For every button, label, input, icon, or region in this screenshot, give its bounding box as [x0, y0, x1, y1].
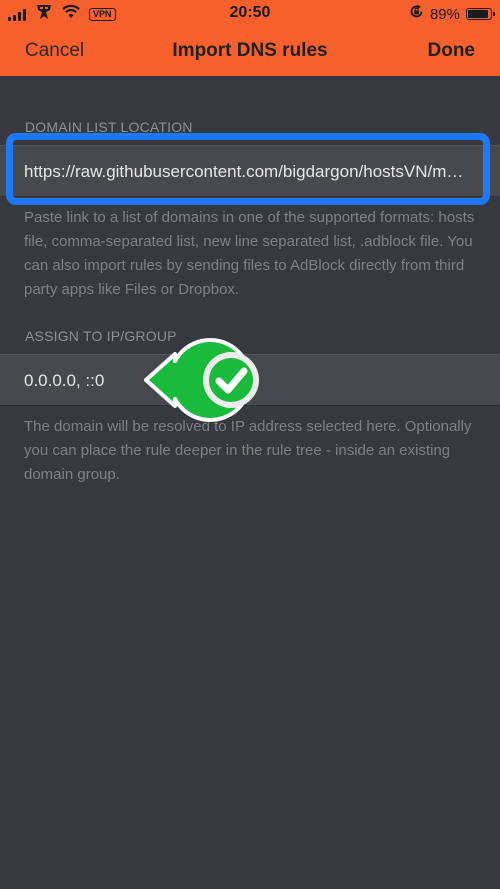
- domain-list-field[interactable]: https://raw.githubusercontent.com/bigdar…: [0, 145, 500, 197]
- status-bar: VPN 20:50 89%: [0, 0, 500, 28]
- navigation-bar: Cancel Import DNS rules Done: [0, 28, 500, 76]
- domain-list-url[interactable]: https://raw.githubusercontent.com/bigdar…: [24, 162, 469, 182]
- domain-list-help: Paste link to a list of domains in one o…: [24, 209, 475, 298]
- import-dns-rules-screen: VPN 20:50 89% Cancel Import DNS rules Do…: [0, 0, 500, 889]
- domain-list-header: DOMAIN LIST LOCATION: [25, 119, 193, 135]
- battery-icon: [466, 8, 495, 20]
- battery-percent: 89%: [429, 5, 460, 23]
- assign-ip-value: 0.0.0.0, ::0: [24, 371, 105, 390]
- done-button[interactable]: Done: [428, 40, 476, 62]
- orientation-lock-icon: [409, 4, 424, 24]
- cancel-button[interactable]: Cancel: [25, 40, 84, 62]
- checkmark-callout-icon: [143, 330, 283, 430]
- status-right: 89%: [409, 4, 495, 24]
- battery-level: [468, 10, 488, 18]
